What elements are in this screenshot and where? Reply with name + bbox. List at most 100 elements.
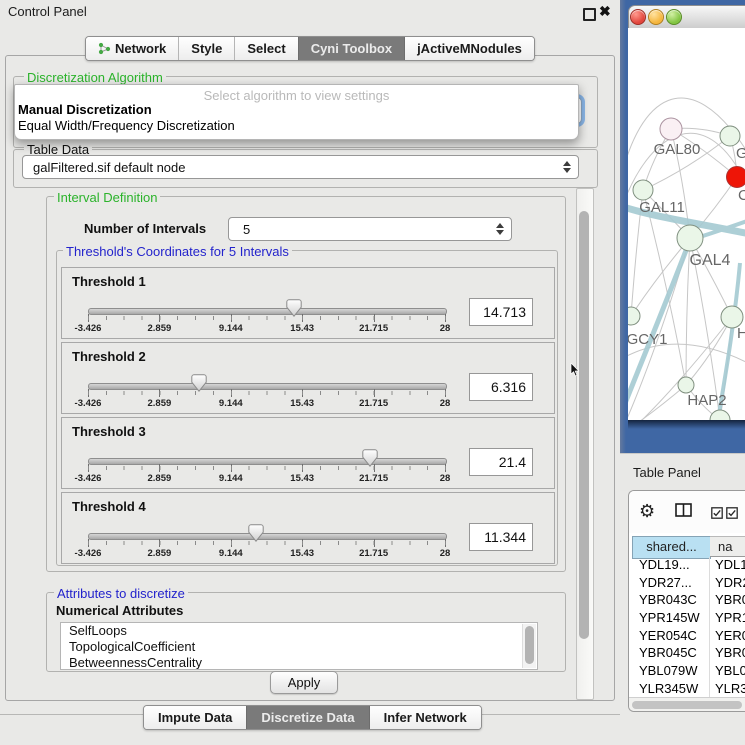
threshold-panel-4: Threshold 4 -3.4262.8599.14415.4321.7152…	[61, 492, 555, 564]
threshold-value-field[interactable]: 14.713	[469, 298, 533, 326]
panel-title: Control Panel	[8, 4, 87, 19]
threshold-value-field[interactable]: 21.4	[469, 448, 533, 476]
tab-network[interactable]: Network	[86, 37, 178, 60]
canvas-shadow	[628, 420, 745, 429]
table-row[interactable]: YLR345WYLR3	[629, 681, 745, 699]
cell-name: YPR1	[715, 610, 745, 625]
slider-thumb[interactable]	[191, 374, 207, 392]
slider-thumb[interactable]	[248, 524, 264, 542]
table-data-combo[interactable]: galFiltered.sif default node	[22, 155, 579, 179]
threshold-value-field[interactable]: 11.344	[469, 523, 533, 551]
tick-label: -3.426	[75, 323, 102, 334]
threshold-panel-2: Threshold 2 -3.4262.8599.14415.4321.7152…	[61, 342, 555, 414]
tab-label: Cyni Toolbox	[311, 41, 392, 56]
table-header-row: shared... na	[629, 536, 745, 558]
tab-select[interactable]: Select	[234, 37, 297, 60]
table-horizontal-scrollbar[interactable]	[629, 697, 745, 712]
cell-shared-name: YDL19...	[639, 557, 690, 572]
tick-label: 28	[440, 473, 451, 484]
close-icon[interactable]: ✖	[599, 3, 611, 20]
node-gal11[interactable]	[633, 180, 653, 200]
table-row[interactable]: YBR045CYBR0	[629, 645, 745, 663]
attribute-item[interactable]: SelfLoops	[61, 623, 537, 639]
checkbox-checked-icon[interactable]	[726, 506, 738, 524]
tab-jactivemnodules[interactable]: jActiveMNodules	[404, 37, 534, 60]
threshold-panel-3: Threshold 3 -3.4262.8599.14415.4321.7152…	[61, 417, 555, 489]
cell-name: YER0	[715, 628, 745, 643]
node-bottom[interactable]	[710, 410, 730, 420]
window-close-button[interactable]	[630, 9, 646, 25]
slider-thumb[interactable]	[286, 299, 302, 317]
tab-discretize-data[interactable]: Discretize Data	[246, 706, 368, 729]
cell-name: YBL0	[715, 663, 745, 678]
node-gal80[interactable]	[660, 118, 682, 140]
table-row[interactable]: YDR27...YDR2	[629, 575, 745, 593]
numerical-attributes-list[interactable]: SelfLoopsTopologicalCoefficientBetweenne…	[60, 622, 538, 670]
tick-label: -3.426	[75, 398, 102, 409]
cell-name: YBR0	[715, 592, 745, 607]
algorithm-option[interactable]: Manual Discretization	[18, 102, 152, 117]
cell-shared-name: YER054C	[639, 628, 697, 643]
tab-style[interactable]: Style	[178, 37, 234, 60]
slider-thumb[interactable]	[362, 449, 378, 467]
slider-tick-labels: -3.4262.8599.14415.4321.71528	[88, 473, 445, 484]
table-data-combo-value: galFiltered.sif default node	[23, 160, 563, 175]
thresholds-group-title: Threshold's Coordinates for 5 Intervals	[63, 244, 292, 259]
tick-label: 28	[440, 548, 451, 559]
settings-scrollbar[interactable]	[576, 188, 594, 700]
node-gcy1[interactable]	[628, 307, 640, 325]
window-minimize-button[interactable]	[648, 9, 664, 25]
columns-icon[interactable]	[675, 503, 692, 522]
tick-label: 15.43	[290, 323, 314, 334]
float-window-icon[interactable]	[583, 8, 596, 21]
table-row[interactable]: YPR145WYPR1	[629, 610, 745, 628]
gear-icon[interactable]: ⚙	[639, 501, 655, 521]
checkbox-checked-icon[interactable]	[711, 506, 723, 524]
slider-minor-ticks	[88, 316, 446, 320]
table-row[interactable]: YER054C YER0	[629, 628, 745, 646]
threshold-label: Threshold 1	[72, 274, 146, 289]
application-window: Control Panel ✖ NetworkStyleSelect Cyni T…	[0, 0, 745, 745]
numerical-attributes-label: Numerical Attributes	[56, 603, 183, 618]
tick-label: 9.144	[219, 473, 243, 484]
column-header-name[interactable]: na	[710, 536, 745, 557]
spinner-arrows-icon	[496, 223, 504, 235]
tick-label: 9.144	[219, 398, 243, 409]
slider-tick-labels: -3.4262.8599.14415.4321.71528	[88, 398, 445, 409]
popup-hint-text: Select algorithm to view settings	[15, 88, 578, 103]
attribute-item[interactable]: BetweennessCentrality	[61, 655, 537, 670]
algorithm-dropdown-popup: Select algorithm to view settings Manual…	[14, 84, 579, 140]
interval-group-title: Interval Definition	[54, 190, 160, 205]
tick-label: 15.43	[290, 473, 314, 484]
node-hap2[interactable]	[678, 377, 694, 393]
cell-shared-name: YBR043C	[639, 592, 697, 607]
node-red[interactable]	[727, 167, 745, 188]
window-zoom-button[interactable]	[666, 9, 682, 25]
slider: -3.4262.8599.14415.4321.71528	[88, 449, 445, 485]
table-row[interactable]: YDL19...YDL1	[629, 557, 745, 575]
tab-cyni-toolbox[interactable]: Cyni Toolbox	[298, 37, 404, 60]
column-header-shared-name[interactable]: shared...	[632, 536, 711, 559]
network-canvas[interactable]: GAL80 G C GAL11 GAL4 GCY1 H HAP2	[628, 28, 745, 420]
tab-infer-network[interactable]: Infer Network	[369, 706, 481, 729]
tick-label: 2.859	[148, 398, 172, 409]
node-gal4[interactable]	[677, 225, 703, 251]
slider: -3.4262.8599.14415.4321.71528	[88, 374, 445, 410]
node-label: G	[736, 145, 745, 162]
tab-impute-data[interactable]: Impute Data	[144, 706, 246, 729]
tick-label: 2.859	[148, 473, 172, 484]
cell-name: YLR3	[715, 681, 745, 696]
table-row[interactable]: YBR043C YBR0	[629, 592, 745, 610]
attribute-item[interactable]: TopologicalCoefficient	[61, 639, 537, 655]
num-intervals-combo[interactable]: 5	[228, 217, 512, 241]
tick-label: 15.43	[290, 398, 314, 409]
node-label: C	[738, 187, 745, 204]
apply-button[interactable]: Apply	[270, 671, 338, 694]
attributes-list-scrollbar[interactable]	[522, 624, 536, 668]
node-g[interactable]	[720, 126, 740, 146]
algorithm-option[interactable]: Equal Width/Frequency Discretization	[18, 118, 235, 133]
threshold-value-field[interactable]: 6.316	[469, 373, 533, 401]
tick-label: 21.715	[359, 473, 388, 484]
table-row[interactable]: YBL079WYBL0	[629, 663, 745, 681]
table-panel-title: Table Panel	[633, 465, 701, 480]
